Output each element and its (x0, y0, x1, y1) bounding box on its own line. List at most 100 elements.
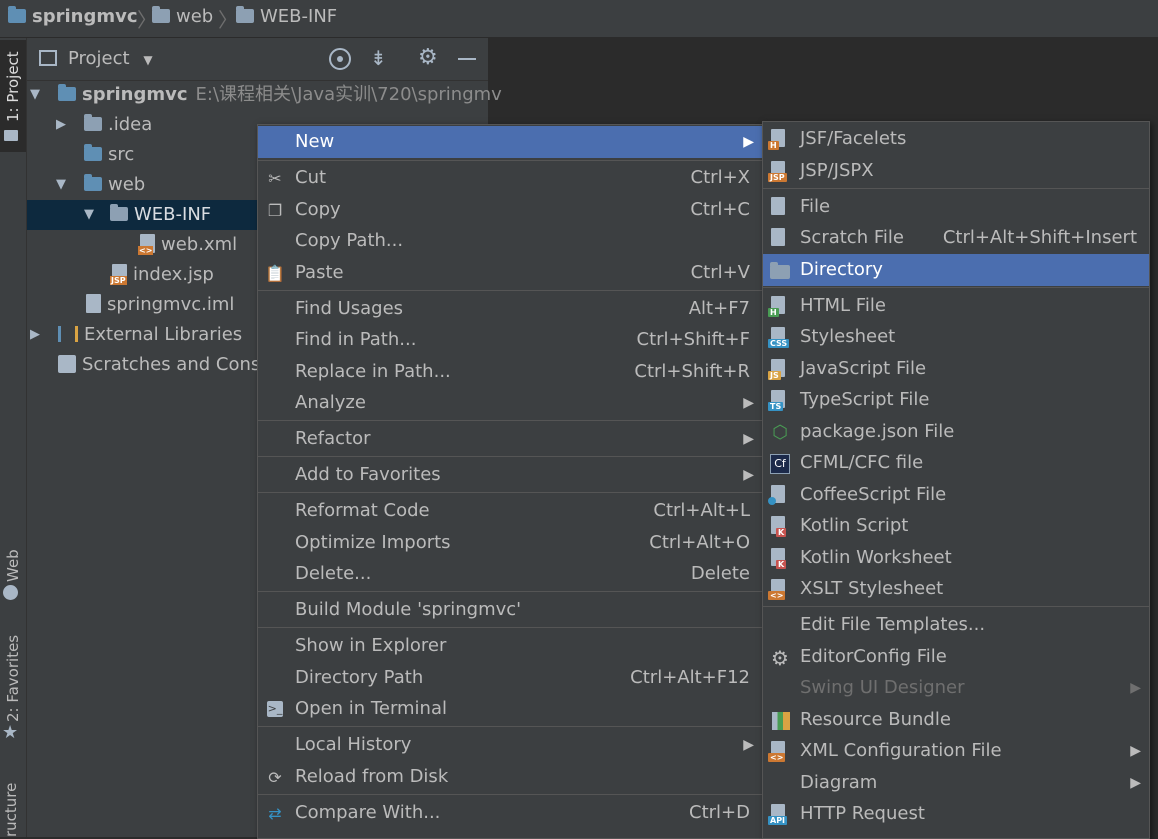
new-submenu: H JSF/Facelets JSP JSP/JSPX File Scratch… (762, 121, 1150, 839)
breadcrumb-web-inf[interactable]: WEB-INF (236, 0, 337, 34)
source-folder-icon (84, 144, 102, 161)
menu-item-reload-from-disk[interactable]: ⟳ Reload from Disk (258, 761, 762, 793)
menu-item-directory-path[interactable]: Directory Path Ctrl+Alt+F12 (258, 662, 762, 694)
menu-item-open-in-terminal[interactable]: >_ Open in Terminal (258, 693, 762, 725)
gear-icon[interactable]: ⚙ (418, 44, 438, 72)
cf-icon: Cf (770, 454, 790, 474)
library-icon (58, 326, 78, 342)
menu-item-label: package.json File (800, 421, 955, 442)
submenu-arrow-icon: ▶ (743, 395, 754, 411)
submenu-item-jsf[interactable]: H JSF/Facelets (763, 123, 1149, 155)
submenu-item-kotlin-worksheet[interactable]: K Kotlin Worksheet (763, 542, 1149, 574)
menu-item-find-in-path[interactable]: Find in Path... Ctrl+Shift+F (258, 324, 762, 356)
menu-item-label: Paste (295, 262, 344, 283)
submenu-item-xml-config[interactable]: <> XML Configuration File ▶ (763, 735, 1149, 767)
menu-item-local-history[interactable]: Local History ▶ (258, 729, 762, 761)
tree-item-index-jsp[interactable]: JSP index.jsp (110, 260, 214, 290)
kotlin-tag-icon: K (776, 528, 787, 537)
menu-item-label: JSP/JSPX (800, 160, 874, 181)
menu-item-compare-with[interactable]: ⇄ Compare With... Ctrl+D (258, 797, 762, 829)
file-tag-icon: JSP (768, 173, 787, 182)
menu-item-paste[interactable]: 📋 Paste Ctrl+V (258, 257, 762, 289)
jsp-file-icon: JSP (110, 264, 127, 285)
submenu-item-package-json[interactable]: ⬡ package.json File (763, 416, 1149, 448)
menu-item-label: Find Usages (295, 298, 404, 319)
menu-item-cut[interactable]: ✂ Cut Ctrl+X (258, 162, 762, 194)
menu-item-label: Copy Path... (295, 230, 404, 251)
menu-item-replace-in-path[interactable]: Replace in Path... Ctrl+Shift+R (258, 356, 762, 388)
locate-icon[interactable] (329, 48, 351, 70)
tree-item-src[interactable]: src (84, 140, 134, 170)
menu-item-label: CFML/CFC file (800, 452, 924, 473)
scratch-file-icon (771, 228, 785, 246)
submenu-arrow-icon: ▶ (1130, 743, 1141, 759)
submenu-item-kotlin-script[interactable]: K Kotlin Script (763, 510, 1149, 542)
submenu-arrow-icon: ▶ (1130, 775, 1141, 791)
submenu-item-xslt[interactable]: <> XSLT Stylesheet (763, 573, 1149, 605)
tree-item-label: External Libraries (84, 324, 243, 345)
menu-item-optimize-imports[interactable]: Optimize Imports Ctrl+Alt+O (258, 527, 762, 559)
menu-item-copy-path[interactable]: Copy Path... (258, 225, 762, 257)
folder-icon (110, 204, 128, 221)
submenu-item-http-request[interactable]: API HTTP Request (763, 798, 1149, 830)
collapse-all-icon[interactable]: ⇟ (370, 44, 387, 72)
root-name: springmvc (82, 84, 188, 105)
submenu-arrow-icon: ▶ (1130, 680, 1141, 696)
breadcrumb-web-label: web (176, 6, 214, 27)
submenu-item-html[interactable]: H HTML File (763, 290, 1149, 322)
submenu-item-diagram[interactable]: Diagram ▶ (763, 767, 1149, 799)
iml-file-icon (86, 294, 101, 313)
menu-item-label: Directory Path (295, 667, 424, 688)
submenu-item-coffeescript[interactable]: CoffeeScript File (763, 479, 1149, 511)
tree-item-label: Scratches and Consc (82, 354, 271, 375)
submenu-item-directory[interactable]: Directory (763, 254, 1149, 286)
menu-item-label: Swing UI Designer (800, 677, 965, 698)
submenu-item-jsp[interactable]: JSP JSP/JSPX (763, 155, 1149, 187)
breadcrumb-web[interactable]: web (152, 0, 213, 34)
breadcrumb-project[interactable]: springmvc (8, 0, 138, 34)
menu-item-label: Build Module 'springmvc' (295, 599, 522, 620)
project-view-label: Project (68, 48, 130, 69)
menu-item-delete[interactable]: Delete... Delete (258, 558, 762, 590)
submenu-item-resource-bundle[interactable]: Resource Bundle (763, 704, 1149, 736)
submenu-item-javascript[interactable]: JS JavaScript File (763, 353, 1149, 385)
tab-favorites-label: 2: Favorites (4, 634, 22, 722)
menu-item-reformat-code[interactable]: Reformat Code Ctrl+Alt+L (258, 495, 762, 527)
menu-item-find-usages[interactable]: Find Usages Alt+F7 (258, 293, 762, 325)
submenu-item-file[interactable]: File (763, 191, 1149, 223)
menu-item-label: Replace in Path... (295, 361, 451, 382)
folder-icon (84, 114, 102, 131)
menu-item-label: Kotlin Script (800, 515, 909, 536)
menu-separator (258, 492, 762, 493)
tree-item-iml[interactable]: springmvc.iml (86, 290, 234, 320)
menu-item-label: JavaScript File (800, 358, 927, 379)
menu-item-shortcut: Alt+F7 (688, 298, 750, 319)
menu-item-refactor[interactable]: Refactor ▶ (258, 423, 762, 455)
file-tag-icon: <> (768, 753, 786, 762)
file-tag-icon: H (768, 141, 779, 150)
menu-item-analyze[interactable]: Analyze ▶ (258, 387, 762, 419)
submenu-item-swing-ui[interactable]: Swing UI Designer ▶ (763, 672, 1149, 704)
tree-item-scratches[interactable]: Scratches and Consc (58, 350, 270, 380)
submenu-item-editorconfig[interactable]: ⚙ EditorConfig File (763, 641, 1149, 673)
menu-item-show-in-explorer[interactable]: Show in Explorer (258, 630, 762, 662)
menu-item-label: Compare With... (295, 802, 441, 823)
menu-separator (763, 287, 1149, 288)
submenu-item-edit-templates[interactable]: Edit File Templates... (763, 609, 1149, 641)
cup-icon (768, 497, 776, 505)
menu-item-build-module[interactable]: Build Module 'springmvc' (258, 594, 762, 626)
submenu-item-stylesheet[interactable]: CSS Stylesheet (763, 321, 1149, 353)
menu-item-add-to-favorites[interactable]: Add to Favorites ▶ (258, 459, 762, 491)
star-icon: ★ (2, 722, 19, 743)
menu-separator (258, 160, 762, 161)
submenu-item-scratch-file[interactable]: Scratch File Ctrl+Alt+Shift+Insert (763, 222, 1149, 254)
submenu-item-typescript[interactable]: TS TypeScript File (763, 384, 1149, 416)
project-view-selector[interactable]: Project ▼ (68, 46, 153, 73)
submenu-item-cfml[interactable]: Cf CFML/CFC file (763, 447, 1149, 479)
menu-item-new[interactable]: New ▶ (258, 126, 762, 158)
tree-item-web-xml[interactable]: <> web.xml (138, 230, 237, 260)
menu-item-copy[interactable]: ❐ Copy Ctrl+C (258, 194, 762, 226)
menu-item-label: Edit File Templates... (800, 614, 986, 635)
tab-structure-label: ructure (2, 782, 20, 837)
hide-icon[interactable] (458, 58, 476, 60)
